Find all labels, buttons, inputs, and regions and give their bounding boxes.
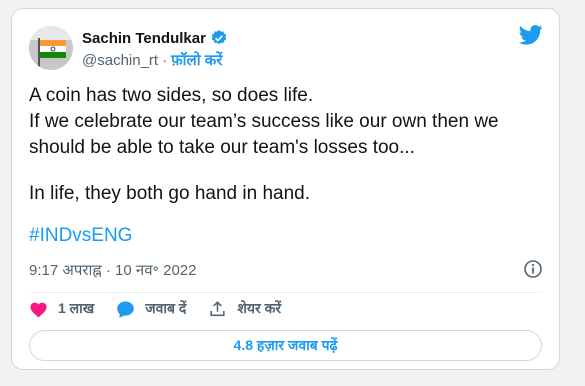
author-handle[interactable]: @sachin_rt — [82, 52, 158, 69]
like-count: 1 लाख — [58, 300, 95, 316]
verified-badge-icon — [210, 29, 228, 47]
tweet-line-3: In life, they both go hand in hand. — [29, 183, 310, 204]
separator-dot: · — [162, 51, 168, 69]
tweet-line-1: A coin has two sides, so does life. — [29, 85, 314, 106]
twitter-bird-icon[interactable] — [518, 24, 543, 46]
follow-button[interactable]: फ़ॉलो करें — [171, 50, 222, 70]
author-name-row[interactable]: Sachin Tendulkar — [82, 29, 228, 47]
heart-icon — [30, 302, 47, 317]
tweet-card: Sachin Tendulkar @sachin_rt · फ़ॉलो करें… — [11, 8, 560, 370]
read-replies-label: 4.8 हज़ार जवाब पढ़ें — [233, 337, 338, 353]
like-button[interactable]: 1 लाख — [29, 299, 94, 318]
reply-bubble-icon — [117, 300, 135, 318]
author-name[interactable]: Sachin Tendulkar — [82, 30, 206, 47]
reply-button[interactable]: जवाब दें — [116, 299, 186, 318]
divider — [29, 292, 542, 293]
tweet-line-2: If we celebrate our team’s success like … — [29, 111, 499, 158]
author-handle-row: @sachin_rt · फ़ॉलो करें — [82, 50, 222, 70]
share-label: शेयर करें — [237, 300, 282, 316]
tweet-text: A coin has two sides, so does life. If w… — [29, 83, 544, 207]
info-icon[interactable] — [523, 259, 543, 279]
read-replies-button[interactable]: 4.8 हज़ार जवाब पढ़ें — [29, 330, 542, 361]
reply-label: जवाब दें — [145, 300, 187, 316]
share-icon — [210, 300, 225, 316]
avatar[interactable] — [29, 26, 73, 70]
action-bar: 1 लाख जवाब दें शेयर करें — [29, 299, 303, 318]
share-button[interactable]: शेयर करें — [208, 299, 281, 318]
hashtag-link[interactable]: #INDvsENG — [29, 225, 132, 247]
tweet-timestamp[interactable]: 9:17 अपराह्न · 10 नव॰ 2022 — [29, 260, 196, 280]
